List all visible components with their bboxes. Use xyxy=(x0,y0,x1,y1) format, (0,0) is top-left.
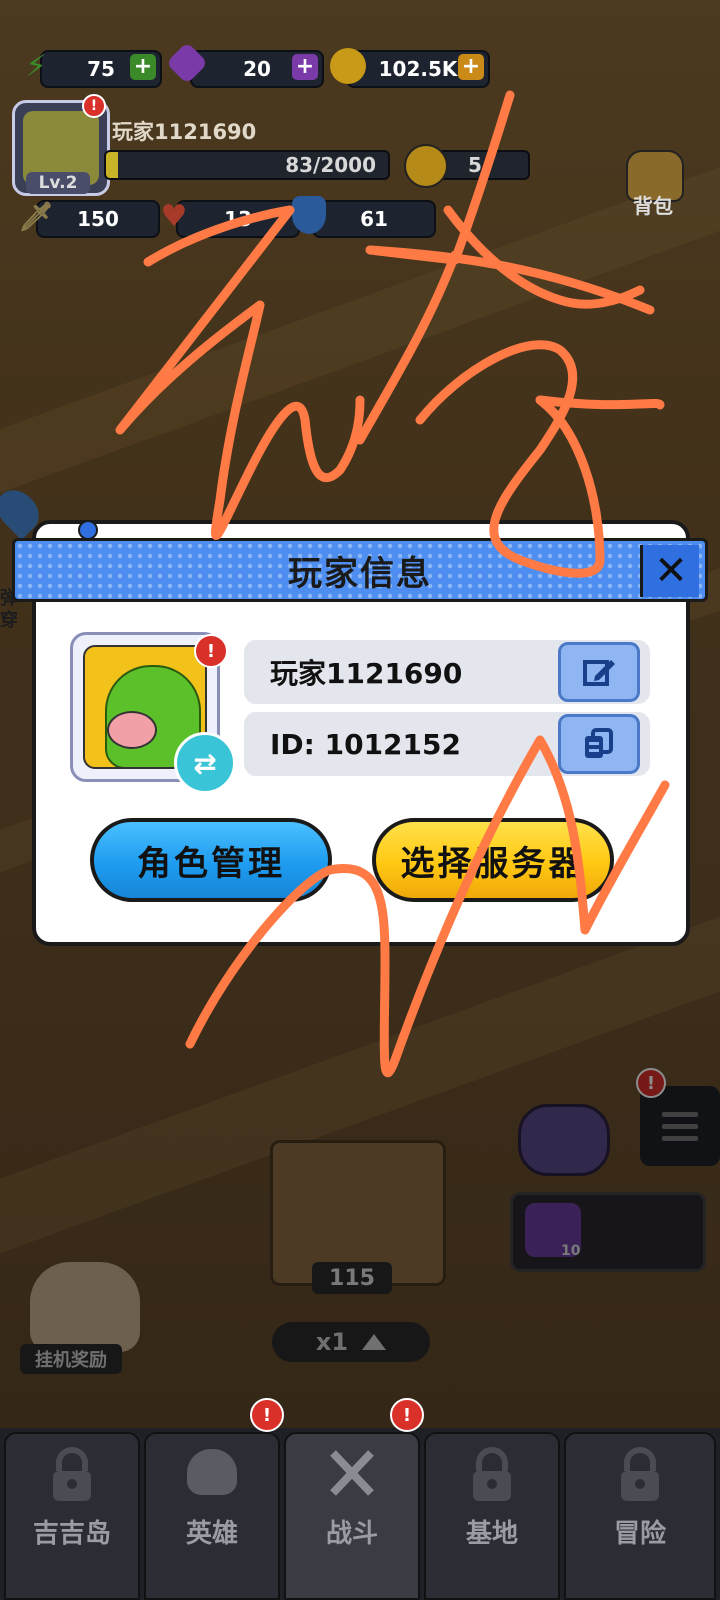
energy-add-button[interactable]: + xyxy=(130,54,156,80)
attack-value: 150 xyxy=(77,207,119,231)
copy-icon xyxy=(585,728,613,758)
lock-icon xyxy=(473,1447,511,1501)
player-name-value: 玩家1121690 xyxy=(270,657,463,690)
tab-label: 基地 xyxy=(465,1519,518,1549)
heart-icon: ♥ xyxy=(160,198,188,234)
header-dot xyxy=(78,520,98,540)
gem-value: 20 xyxy=(243,57,271,81)
tab-battle[interactable]: 战斗 xyxy=(284,1432,420,1600)
tab-label: 冒险 xyxy=(613,1519,666,1549)
player-name: 玩家1121690 xyxy=(112,120,257,144)
dialog-title: 玩家信息 xyxy=(288,553,432,594)
close-button[interactable]: ✕ xyxy=(640,545,699,597)
player-level: Lv.2 xyxy=(26,172,90,194)
tab-label: 战斗 xyxy=(325,1519,378,1549)
tab-jiji-island[interactable]: 吉吉岛 xyxy=(4,1432,140,1600)
role-management-label: 角色管理 xyxy=(137,843,285,884)
defense-value: 61 xyxy=(360,207,388,231)
defense-stat: 61 xyxy=(312,200,436,238)
edit-name-button[interactable] xyxy=(558,642,640,702)
pig-face xyxy=(107,711,157,749)
power-value: 5 xyxy=(468,153,482,177)
tab-heroes[interactable]: 英雄 xyxy=(144,1432,280,1600)
hero-head-icon xyxy=(187,1449,237,1495)
player-id-value: ID: 1012152 xyxy=(270,727,461,761)
xp-value: 83/2000 xyxy=(285,153,376,177)
shield-icon xyxy=(292,196,326,234)
attack-stat: 150 xyxy=(36,200,160,238)
hp-value: 13 xyxy=(224,207,252,231)
gem-add-button[interactable]: + xyxy=(292,54,318,80)
swap-avatar-button[interactable]: ⇄ xyxy=(174,732,236,794)
lightning-icon: ⚡ xyxy=(25,48,47,84)
edit-icon xyxy=(583,660,615,686)
backpack-label: 背包 xyxy=(633,194,673,218)
xp-bar: 83/2000 xyxy=(104,150,390,180)
energy-value: 75 xyxy=(87,57,115,81)
battle-alert-badge: ! xyxy=(390,1398,424,1432)
coin-icon xyxy=(330,48,366,84)
role-management-button[interactable]: 角色管理 xyxy=(90,818,332,902)
crossed-swords-icon xyxy=(330,1450,374,1496)
close-icon: ✕ xyxy=(654,548,688,594)
tab-base[interactable]: 基地 xyxy=(424,1432,560,1600)
heroes-alert-badge: ! xyxy=(250,1398,284,1432)
sword-icon: 🗡 xyxy=(18,199,54,233)
select-server-label: 选择服务器 xyxy=(400,843,586,884)
dialog-header: 玩家信息 ✕ xyxy=(12,538,708,602)
avatar-alert-badge: ! xyxy=(82,94,106,118)
backpack-button[interactable]: 背包 xyxy=(620,148,686,218)
fist-icon xyxy=(404,144,448,188)
xp-bar-fill xyxy=(106,152,118,178)
tab-label: 英雄 xyxy=(185,1519,238,1549)
coin-value: 102.5K xyxy=(378,57,458,81)
lock-icon xyxy=(621,1447,659,1501)
select-server-button[interactable]: 选择服务器 xyxy=(372,818,614,902)
dialog-avatar-alert-badge: ! xyxy=(194,634,228,668)
lock-icon xyxy=(53,1447,91,1501)
tab-label: 吉吉岛 xyxy=(32,1519,111,1549)
coin-add-button[interactable]: + xyxy=(458,54,484,80)
tab-adventure[interactable]: 冒险 xyxy=(564,1432,716,1600)
hp-stat: 13 xyxy=(176,200,300,238)
copy-id-button[interactable] xyxy=(558,714,640,774)
swap-icon: ⇄ xyxy=(193,746,217,780)
